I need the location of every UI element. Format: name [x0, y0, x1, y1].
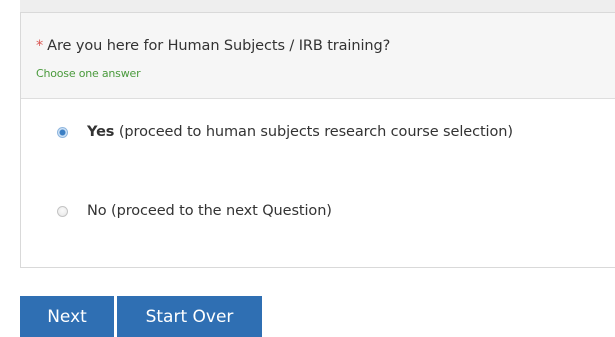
question-text: * Are you here for Human Subjects / IRB t… — [36, 38, 390, 54]
option-no-label: No (proceed to the next Question) — [87, 203, 332, 219]
top-divider — [20, 0, 615, 12]
start-over-button[interactable]: Start Over — [117, 296, 262, 337]
radio-empty-icon[interactable] — [57, 205, 68, 217]
radio-selected-icon[interactable] — [57, 126, 68, 138]
option-yes-detail: (proceed to human subjects research cour… — [118, 124, 513, 140]
option-yes-label: Yes (proceed to human subjects research … — [87, 124, 513, 140]
page: * Are you here for Human Subjects / IRB t… — [0, 0, 615, 337]
option-yes-bold: Yes — [87, 124, 115, 140]
required-marker: * — [36, 38, 44, 54]
hint-text: Choose one answer — [36, 67, 141, 80]
option-no[interactable]: No (proceed to the next Question) — [57, 203, 332, 219]
question-label: Are you here for Human Subjects / IRB tr… — [47, 38, 391, 54]
next-button[interactable]: Next — [20, 296, 114, 337]
option-yes[interactable]: Yes (proceed to human subjects research … — [57, 124, 513, 140]
question-card: * Are you here for Human Subjects / IRB t… — [20, 12, 615, 268]
question-header: * Are you here for Human Subjects / IRB t… — [21, 13, 615, 99]
